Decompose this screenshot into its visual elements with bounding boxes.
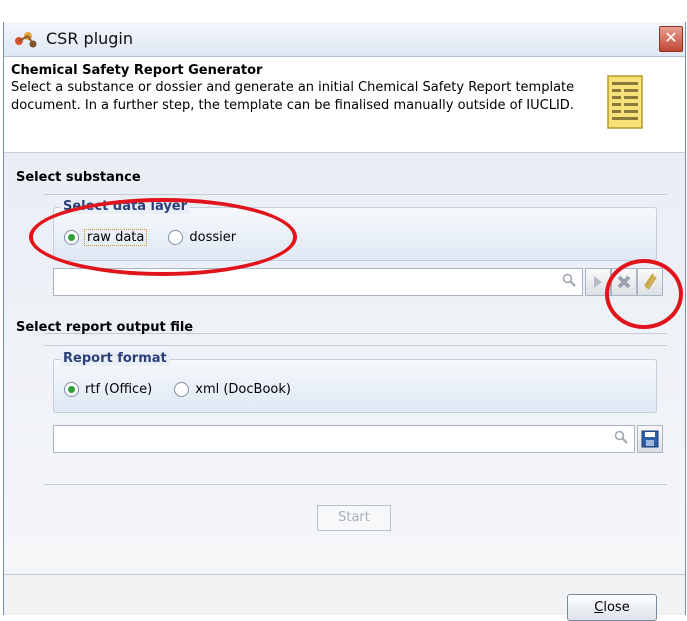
csr-plugin-dialog: CSR plugin ✕ Chemical Safety Report Gene…: [3, 22, 686, 621]
radio-xml-docbook[interactable]: [174, 382, 190, 397]
report-format-group: Report format rtf (Office) xml (DocBook): [53, 351, 657, 413]
close-mnemonic: C: [594, 600, 604, 615]
radio-xml-docbook-label[interactable]: xml (DocBook): [195, 382, 291, 397]
close-button[interactable]: Close: [567, 594, 657, 621]
radio-rtf-office[interactable]: [64, 382, 79, 397]
select-output-title: Select report output file: [16, 320, 194, 335]
annotation-circle-attach: [605, 259, 683, 329]
start-button[interactable]: Start: [317, 505, 391, 531]
footer-separator: [4, 574, 685, 575]
search-icon[interactable]: [562, 273, 576, 287]
output-path-field[interactable]: [53, 425, 635, 453]
select-substance-title: Select substance: [16, 170, 141, 185]
header-title: Chemical Safety Report Generator: [11, 63, 263, 78]
window-close-button[interactable]: ✕: [659, 26, 683, 52]
save-icon: [641, 430, 659, 448]
header-description: Select a substance or dossier and genera…: [11, 80, 575, 113]
save-button[interactable]: [637, 425, 663, 453]
document-list-icon: [607, 75, 643, 129]
report-format-options: rtf (Office) xml (DocBook): [64, 382, 313, 397]
dialog-header: Chemical Safety Report Generator Select …: [4, 57, 685, 153]
close-label: lose: [603, 600, 630, 615]
radio-rtf-office-label[interactable]: rtf (Office): [85, 382, 152, 397]
search-icon[interactable]: [614, 430, 628, 444]
annotation-circle-data-layer: [29, 198, 297, 276]
window-title: CSR plugin: [46, 29, 134, 48]
title-bar[interactable]: CSR plugin ✕: [4, 22, 685, 57]
report-format-group-label: Report format: [60, 351, 170, 366]
molecule-plugin-icon: [15, 32, 37, 48]
